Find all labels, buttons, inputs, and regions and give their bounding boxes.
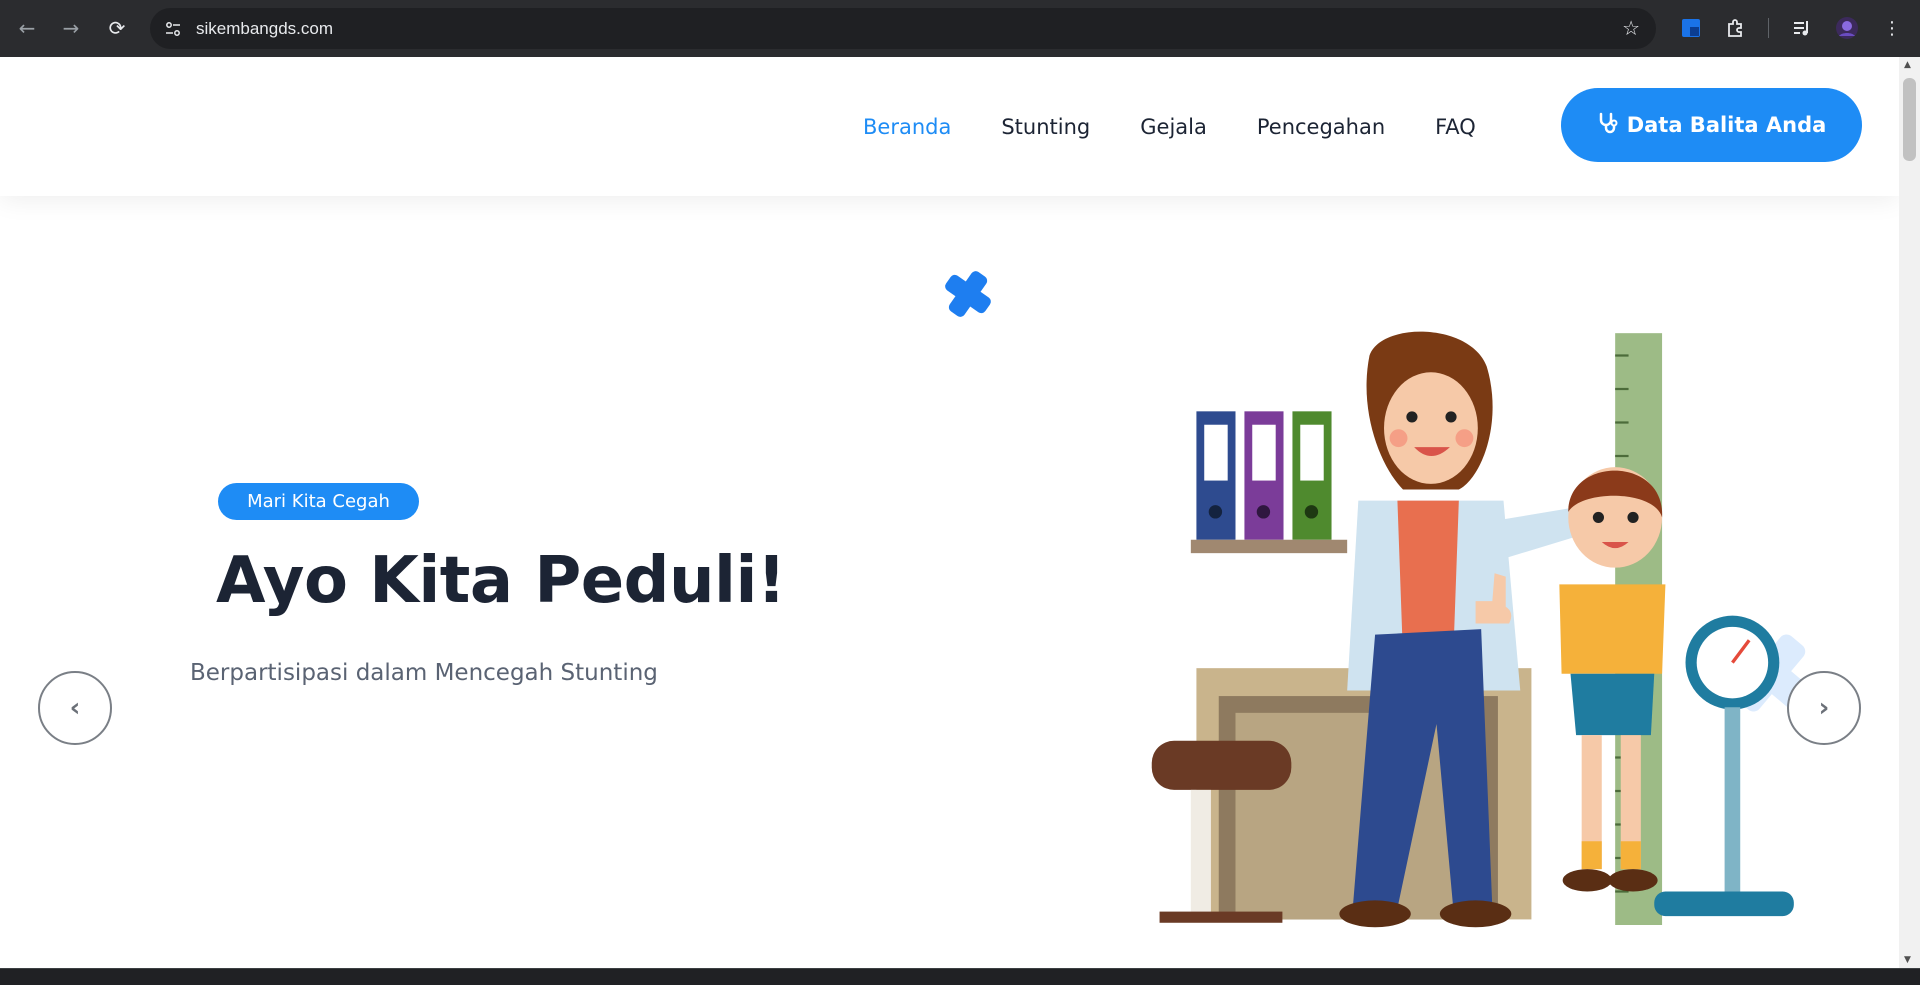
nav-item-gejala[interactable]: Gejala [1140,115,1207,139]
site-header: Beranda Stunting Gejala Pencegahan FAQ D… [0,57,1899,196]
hero-title: Ayo Kita Peduli! [216,544,786,618]
data-balita-button[interactable]: Data Balita Anda [1561,88,1862,162]
nav-item-beranda[interactable]: Beranda [863,115,951,139]
kebab-menu-icon[interactable]: ⋮ [1878,14,1906,42]
url-text[interactable]: sikembangds.com [196,19,333,39]
blue-cross-decoration [945,271,991,317]
back-arrow-icon[interactable]: ← [12,13,42,43]
os-taskbar [0,968,1920,985]
scrollbar-thumb[interactable] [1903,78,1916,161]
page-scrollbar[interactable]: ▲ ▼ [1899,57,1920,968]
hero-subtitle: Berpartisipasi dalam Mencegah Stunting [190,660,658,686]
forward-arrow-icon[interactable]: → [56,13,86,43]
hero-badge: Mari Kita Cegah [218,483,419,520]
cta-label: Data Balita Anda [1626,113,1827,137]
stethoscope-icon [1597,112,1619,139]
nav-item-pencegahan[interactable]: Pencegahan [1257,115,1385,139]
puzzle-icon[interactable] [1722,14,1750,42]
scroll-down-icon[interactable]: ▼ [1904,955,1911,965]
profile-avatar-icon[interactable] [1833,14,1861,42]
address-bar[interactable]: sikembangds.com ☆ [150,8,1656,49]
star-icon[interactable]: ☆ [1622,16,1640,40]
app-extension-icon[interactable] [1677,14,1705,42]
main-nav: Beranda Stunting Gejala Pencegahan FAQ [863,115,1476,139]
media-queue-icon[interactable] [1788,14,1816,42]
scroll-up-icon[interactable]: ▲ [1904,60,1911,70]
toolbar-divider [1768,18,1769,38]
page-viewport: Beranda Stunting Gejala Pencegahan FAQ D… [0,57,1899,968]
slider-prev-button[interactable]: ‹ [38,671,112,745]
nav-item-faq[interactable]: FAQ [1435,115,1476,139]
reload-icon[interactable]: ⟳ [102,13,132,43]
nav-item-stunting[interactable]: Stunting [1001,115,1090,139]
tune-icon[interactable] [158,14,187,43]
slider-next-button[interactable]: › [1787,671,1861,745]
chevron-left-icon: ‹ [69,693,81,723]
chevron-right-icon: › [1818,693,1830,723]
doctor-child-illustration [1151,331,1794,928]
browser-toolbar: ← → ⟳ sikembangds.com ☆ ⋮ [0,0,1920,57]
